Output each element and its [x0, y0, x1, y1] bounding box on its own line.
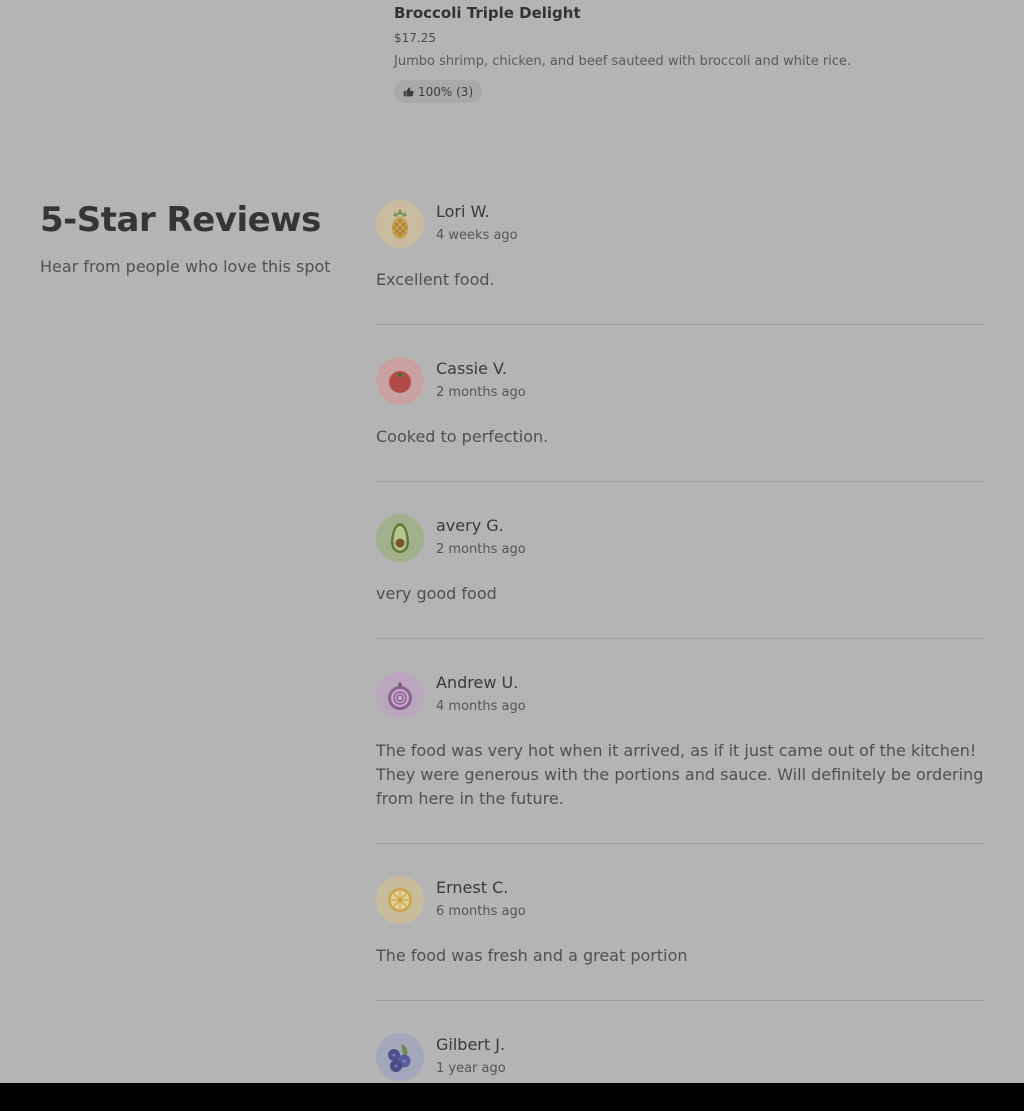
review-date: 2 months ago: [436, 385, 526, 400]
tomato-icon: [389, 371, 411, 393]
review-divider: [376, 1000, 984, 1001]
reviewer-avatar: [376, 200, 424, 248]
avocado-icon: [391, 523, 409, 553]
reviewer-name: Lori W.: [436, 202, 490, 221]
pineapple-icon: [392, 209, 408, 239]
review-divider: [376, 481, 984, 482]
review-text: Cooked to perfection.: [376, 427, 549, 446]
reviewer-name: avery G.: [436, 516, 504, 535]
review-date: 6 months ago: [436, 904, 526, 919]
reviewer-name: Cassie V.: [436, 359, 507, 378]
lemon-icon: [388, 888, 412, 912]
review-divider: [376, 324, 984, 325]
review-divider: [376, 843, 984, 844]
menu-item-description: Jumbo shrimp, chicken, and beef sauteed …: [394, 54, 852, 69]
onion-icon: [388, 681, 412, 710]
reviewer-name: Gilbert J.: [436, 1035, 506, 1054]
review-divider: [376, 638, 984, 639]
review-date: 2 months ago: [436, 542, 526, 557]
review-text: The food was fresh and a great portion: [376, 946, 688, 965]
menu-item-name: Broccoli Triple Delight: [394, 4, 581, 22]
review-date: 1 year ago: [436, 1061, 506, 1076]
section-title: 5-Star Reviews: [40, 200, 321, 240]
reviewer-avatar: [376, 671, 424, 719]
section-subtitle: Hear from people who love this spot: [40, 257, 331, 276]
menu-item-price: $17.25: [394, 31, 436, 45]
review-text: Excellent food.: [376, 270, 495, 289]
reviewer-avatar: [376, 357, 424, 405]
menu-item-rating-text: 100% (3): [418, 84, 474, 99]
review-text: very good food: [376, 584, 497, 603]
bottom-bar: [0, 1083, 1024, 1111]
blueberry-icon: [388, 1044, 411, 1072]
review-date: 4 months ago: [436, 699, 526, 714]
reviewer-avatar: [376, 514, 424, 562]
reviewer-avatar: [376, 1033, 424, 1081]
menu-item-rating-badge: 100% (3): [394, 80, 483, 103]
review-date: 4 weeks ago: [436, 228, 518, 243]
thumbs-up-icon: [403, 87, 414, 97]
reviewer-name: Andrew U.: [436, 673, 519, 692]
reviewer-avatar: [376, 876, 424, 924]
reviewer-name: Ernest C.: [436, 878, 509, 897]
review-text: The food was very hot when it arrived, a…: [376, 741, 984, 808]
